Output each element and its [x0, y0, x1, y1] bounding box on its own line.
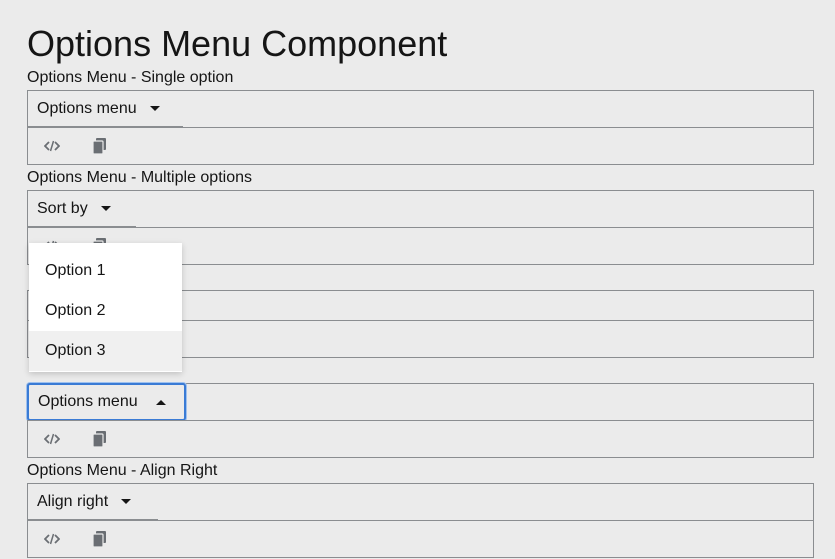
code-icon[interactable]: [44, 431, 60, 447]
toggle-label: Align right: [37, 492, 109, 510]
section-label-align-right: Options Menu - Align Right: [27, 462, 218, 479]
example-align-right: Align right: [27, 483, 814, 521]
caret-down-icon: [149, 106, 160, 111]
caret-up-icon: [155, 399, 166, 405]
example-multiple-options: Sort by: [27, 190, 814, 228]
menu-item-option-3[interactable]: Option 3: [29, 331, 182, 371]
menu-item-option-1[interactable]: Option 1: [29, 251, 182, 291]
copy-icon[interactable]: [92, 138, 108, 154]
toggle-label: Options menu: [37, 99, 137, 117]
menu-item-option-2[interactable]: Option 2: [29, 291, 182, 331]
options-menu-toggle[interactable]: Options menu: [28, 91, 183, 127]
code-toolbar: [27, 420, 814, 458]
code-toolbar: [27, 520, 814, 558]
align-right-toggle[interactable]: Align right: [28, 484, 158, 520]
copy-icon[interactable]: [92, 531, 108, 547]
toggle-label: Sort by: [37, 199, 88, 217]
example-open-menu: Options menu: [27, 383, 814, 421]
section-label-single-option: Options Menu - Single option: [27, 69, 234, 86]
toggle-label: Options menu: [38, 393, 138, 410]
code-icon[interactable]: [44, 531, 60, 547]
options-dropdown-menu: Option 1 Option 2 Option 3: [29, 243, 182, 372]
section-label-multiple-options: Options Menu - Multiple options: [27, 169, 252, 186]
copy-icon[interactable]: [92, 431, 108, 447]
sort-by-toggle[interactable]: Sort by: [28, 191, 136, 227]
caret-down-icon: [100, 206, 111, 211]
caret-down-icon: [121, 499, 132, 504]
page: Options Menu Component Options Menu - Si…: [0, 0, 835, 559]
page-title: Options Menu Component: [27, 23, 448, 64]
example-single-option: Options menu: [27, 90, 814, 128]
options-menu-toggle-open[interactable]: Options menu: [27, 383, 186, 421]
code-icon[interactable]: [44, 138, 60, 154]
code-toolbar: [27, 127, 814, 165]
